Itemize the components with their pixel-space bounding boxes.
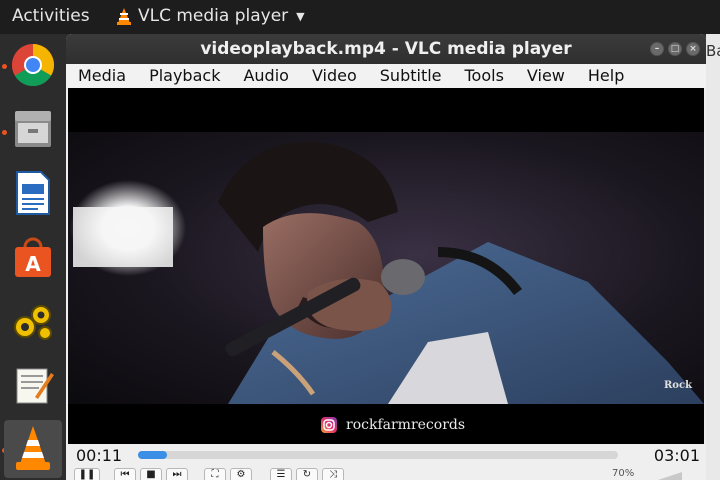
video-frame-image — [70, 141, 704, 404]
minimize-button[interactable]: – — [650, 42, 664, 56]
time-bar: 00:11 03:01 — [66, 444, 706, 466]
extended-settings-button[interactable]: ⚙ — [230, 468, 252, 480]
menu-view[interactable]: View — [515, 64, 576, 88]
stop-button[interactable]: ■ — [140, 468, 162, 480]
volume-slider[interactable] — [658, 472, 682, 480]
menu-tools[interactable]: Tools — [453, 64, 515, 88]
next-button[interactable]: ⏭ — [166, 468, 188, 480]
window-title: videoplayback.mp4 - VLC media player — [200, 39, 572, 59]
rock-logo: Rock — [664, 380, 692, 391]
software-store-icon[interactable]: A — [4, 228, 62, 286]
top-bar: Activities VLC media player ▼ — [0, 0, 720, 34]
window-controls: – □ × — [650, 42, 700, 56]
app-menu-label: VLC media player — [138, 6, 289, 26]
close-button[interactable]: × — [686, 42, 700, 56]
menu-audio[interactable]: Audio — [231, 64, 299, 88]
instagram-watermark: rockfarmrecords — [320, 416, 465, 434]
writer-icon[interactable] — [4, 164, 62, 222]
background-window-text: Ba — [706, 42, 720, 60]
total-time: 03:01 — [653, 446, 700, 465]
vlc-dock-icon[interactable] — [4, 420, 62, 478]
fullscreen-button[interactable]: ⛶ — [204, 468, 226, 480]
control-bar: ❚❚ ⏮ ■ ⏭ ⛶ ⚙ ☰ ↻ ⤨ 70% — [66, 466, 706, 480]
playlist-button[interactable]: ☰ — [270, 468, 292, 480]
window-titlebar[interactable]: videoplayback.mp4 - VLC media player – □… — [66, 34, 706, 64]
dock: A — [0, 34, 66, 480]
instagram-icon — [321, 417, 337, 433]
files-icon[interactable] — [4, 100, 62, 158]
vlc-cone-icon — [117, 8, 131, 25]
menu-subtitle[interactable]: Subtitle — [368, 64, 453, 88]
rock-logo-text: Rock — [664, 380, 692, 391]
seek-progress — [138, 451, 167, 459]
background-window: Ba — [706, 34, 720, 480]
instagram-handle: rockfarmrecords — [346, 417, 466, 433]
activities-button[interactable]: Activities — [12, 6, 90, 26]
loop-button[interactable]: ↻ — [296, 468, 318, 480]
video-area[interactable]: Rock rockfarmrecords — [68, 88, 704, 472]
vlc-window: videoplayback.mp4 - VLC media player – □… — [66, 34, 706, 480]
menu-media[interactable]: Media — [66, 64, 137, 88]
elapsed-time: 00:11 — [76, 446, 123, 465]
shuffle-button[interactable]: ⤨ — [322, 468, 344, 480]
maximize-button[interactable]: □ — [668, 42, 682, 56]
text-editor-icon[interactable] — [4, 356, 62, 414]
volume-percent: 70% — [612, 468, 635, 479]
chrome-icon[interactable] — [4, 36, 62, 94]
pause-button[interactable]: ❚❚ — [74, 468, 100, 480]
seek-slider[interactable] — [138, 451, 618, 459]
menu-video[interactable]: Video — [300, 64, 368, 88]
previous-button[interactable]: ⏮ — [114, 468, 136, 480]
chevron-down-icon: ▼ — [296, 9, 305, 23]
app-menu[interactable]: VLC media player ▼ — [116, 6, 305, 26]
settings-gears-icon[interactable] — [4, 292, 62, 350]
menu-help[interactable]: Help — [576, 64, 635, 88]
video-frame — [68, 132, 704, 404]
menu-playback[interactable]: Playback — [137, 64, 231, 88]
menu-bar: Media Playback Audio Video Subtitle Tool… — [66, 64, 706, 88]
svg-text:A: A — [25, 252, 41, 276]
